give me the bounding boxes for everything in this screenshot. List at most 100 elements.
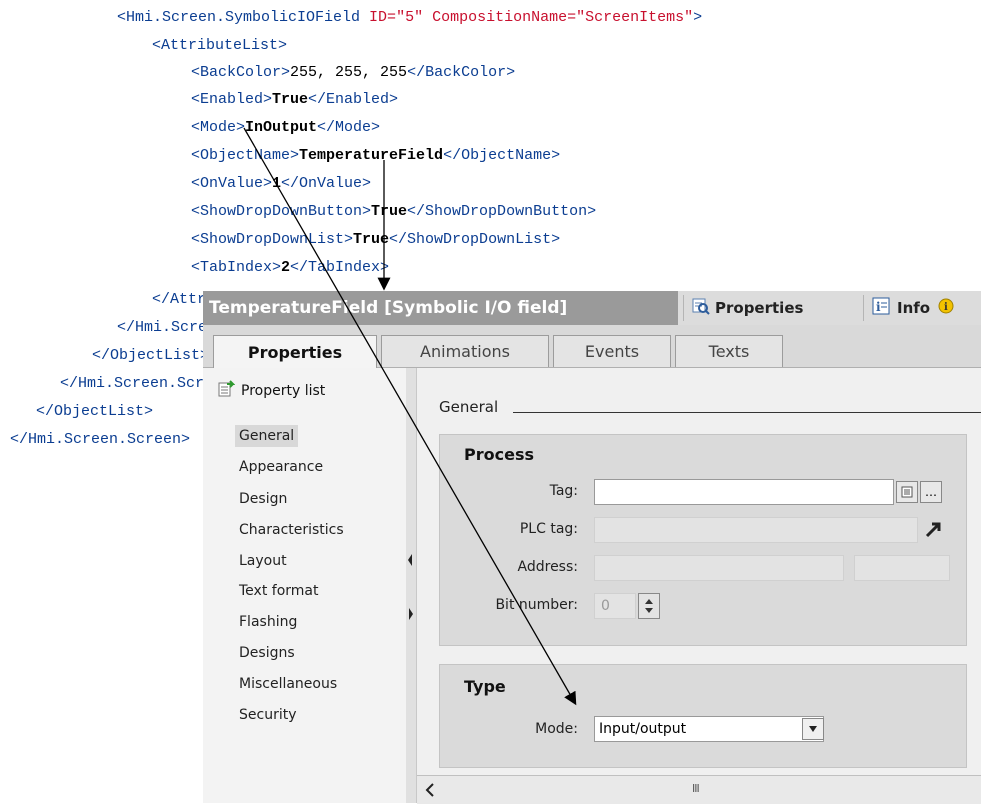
code-line: <TabIndex>2</TabIndex> <box>191 258 389 278</box>
code-token: True <box>353 231 390 248</box>
scroll-thumb-grip[interactable]: III <box>692 782 700 795</box>
properties-view-button[interactable]: Properties <box>683 295 833 321</box>
bit-number-label: Bit number: <box>495 597 578 613</box>
plc-tag-field <box>594 517 918 543</box>
code-token: > <box>693 9 703 26</box>
nav-item-flashing[interactable]: Flashing <box>237 611 299 633</box>
info-circle-icon: i <box>938 298 954 318</box>
mode-label: Mode: <box>535 721 578 737</box>
code-line: <OnValue>1</OnValue> <box>191 174 371 194</box>
tag-label: Tag: <box>549 483 578 499</box>
nav-item-layout[interactable]: Layout <box>237 550 289 572</box>
code-line: </ObjectList> <box>36 402 153 422</box>
tab-texts[interactable]: Texts <box>675 335 783 367</box>
code-line: <BackColor>255, 255, 255</BackColor> <box>191 63 515 83</box>
code-token: <AttributeList> <box>152 37 288 54</box>
code-token: 1 <box>272 175 282 192</box>
code-token: <Hmi.Screen.SymbolicIOField <box>117 9 370 26</box>
nav-item-security[interactable]: Security <box>237 704 299 726</box>
mode-dropdown-button[interactable] <box>802 718 824 740</box>
code-token: "5" <box>396 9 424 26</box>
code-token: <ShowDropDownList> <box>191 231 354 248</box>
code-token: TemperatureField <box>299 147 444 164</box>
info-view-button[interactable]: i Info i <box>863 295 981 321</box>
type-title: Type <box>464 677 506 696</box>
mode-select[interactable]: Input/output <box>594 716 824 742</box>
code-token: <BackColor> <box>191 64 291 81</box>
nav-item-appearance[interactable]: Appearance <box>237 456 325 478</box>
splitter-arrows-icon <box>408 554 413 620</box>
bit-number-spinner <box>638 593 660 619</box>
code-token: <Enabled> <box>191 91 273 108</box>
code-token: <OnValue> <box>191 175 273 192</box>
address-label: Address: <box>517 559 578 575</box>
code-line: <Hmi.Screen.SymbolicIOField ID="5" Compo… <box>117 8 702 28</box>
code-token: True <box>272 91 309 108</box>
nav-item-text-format[interactable]: Text format <box>237 580 320 602</box>
tag-input[interactable] <box>594 479 894 505</box>
code-token: <ShowDropDownButton> <box>191 203 372 220</box>
property-list-icon <box>217 380 236 402</box>
tab-animations[interactable]: Animations <box>381 335 549 367</box>
code-line: </ObjectList> <box>92 346 209 366</box>
inspector-titlebar: TemperatureField [Symbolic I/O field] Pr… <box>203 291 981 325</box>
horizontal-scrollbar[interactable]: III <box>417 775 981 804</box>
property-nav: Property list General Appearance Design … <box>203 368 407 803</box>
scroll-left-icon[interactable] <box>425 782 435 801</box>
code-token: <ObjectName> <box>191 147 300 164</box>
code-line: <ShowDropDownButton>True</ShowDropDownBu… <box>191 202 596 222</box>
nav-item-general[interactable]: General <box>235 425 299 447</box>
code-token: </ShowDropDownList> <box>389 231 561 248</box>
nav-item-miscellaneous[interactable]: Miscellaneous <box>237 673 339 695</box>
property-content: General Process Tag: … PLC tag: Address:… <box>417 368 981 803</box>
address-field-2 <box>854 555 950 581</box>
inspector-panel: TemperatureField [Symbolic I/O field] Pr… <box>203 291 981 804</box>
code-token: </BackColor> <box>407 64 516 81</box>
code-token: </Enabled> <box>308 91 399 108</box>
code-line: </Hmi.Screen.Screen> <box>10 430 190 450</box>
inspector-tabs: Properties Animations Events Texts <box>203 325 981 368</box>
nav-item-design[interactable]: Design <box>237 488 289 510</box>
address-field <box>594 555 844 581</box>
code-token: InOutput <box>245 119 318 136</box>
svg-text:i: i <box>876 300 881 314</box>
properties-view-label: Properties <box>715 299 804 317</box>
chevron-down-icon <box>809 726 817 732</box>
code-token: 2 <box>281 259 291 276</box>
tag-list-button[interactable] <box>896 481 918 503</box>
code-token: CompositionName= <box>423 9 577 26</box>
type-group: Type Mode: Input/output <box>439 664 967 768</box>
property-list-label: Property list <box>241 383 326 399</box>
panel-splitter[interactable] <box>406 368 417 803</box>
code-token: </Hmi.Screen.Screen> <box>10 431 191 448</box>
code-line: <ShowDropDownList>True</ShowDropDownList… <box>191 230 560 250</box>
code-token: </TabIndex> <box>290 259 390 276</box>
tag-browse-button[interactable]: … <box>920 481 942 503</box>
bit-number-field: 0 <box>594 593 636 619</box>
code-token: </ObjectList> <box>36 403 154 420</box>
section-divider <box>513 412 981 413</box>
tab-properties[interactable]: Properties <box>213 335 377 368</box>
code-token: </ShowDropDownButton> <box>407 203 597 220</box>
goto-arrow-icon[interactable] <box>924 519 944 543</box>
svg-text:i: i <box>944 302 948 313</box>
info-list-icon: i <box>872 297 892 319</box>
code-line: <Enabled>True</Enabled> <box>191 90 398 110</box>
inspector-title: TemperatureField [Symbolic I/O field] <box>203 291 678 325</box>
code-token: </ObjectList> <box>92 347 210 364</box>
plc-tag-label: PLC tag: <box>519 521 578 537</box>
code-token: </ObjectName> <box>443 147 561 164</box>
property-list-header[interactable]: Property list <box>217 380 325 402</box>
info-view-label: Info <box>897 299 931 317</box>
tab-events[interactable]: Events <box>553 335 671 367</box>
code-token: True <box>371 203 408 220</box>
code-token: ID= <box>369 9 397 26</box>
code-line: <Mode>InOutput</Mode> <box>191 118 380 138</box>
code-token: <Mode> <box>191 119 246 136</box>
nav-item-characteristics[interactable]: Characteristics <box>237 519 346 541</box>
code-token: </Mode> <box>317 119 381 136</box>
list-icon <box>901 486 913 498</box>
code-line: <ObjectName>TemperatureField</ObjectName… <box>191 146 560 166</box>
process-title: Process <box>464 445 534 464</box>
nav-item-designs[interactable]: Designs <box>237 642 297 664</box>
